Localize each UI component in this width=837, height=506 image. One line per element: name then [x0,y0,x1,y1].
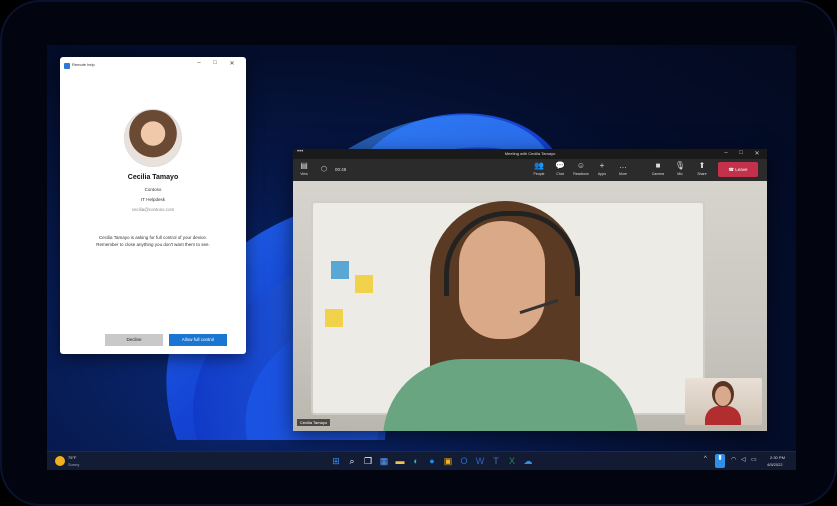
request-message-line2: Remember to close anything you don't wan… [96,242,210,247]
camera-icon: ■ [655,161,661,170]
wifi-icon[interactable]: ◠ [731,456,736,463]
shield-icon: ⬡ [321,166,328,173]
excel-icon[interactable]: X [506,455,518,467]
request-message-line1: Cecilia Tamayo is asking for full contro… [99,235,207,240]
participant-name-tag: Cecilia Tamayo [297,419,331,426]
teams-close-button[interactable]: ✕ [752,150,762,157]
teams-window-title: Meeting with Cecilia Tamayo [504,151,556,156]
desktop: Remote help – □ ✕ Cecilia Tamayo Contoso… [47,45,796,470]
weather-condition: Sunny [68,462,80,467]
apps-icon: + [599,161,605,170]
self-view-face [715,386,731,406]
apps-button[interactable]: + Apps [592,161,612,176]
phone-hangup-icon: ☎ [728,167,735,172]
chat-icon: 💬 [555,161,565,170]
maximize-button[interactable]: □ [210,60,220,66]
apps-label: Apps [598,172,606,176]
participant-body [383,359,638,431]
mic-icon: 🎙 [674,161,686,170]
remote-help-tray-icon[interactable]: ▮ [715,454,725,468]
camera-label: Camera [651,172,665,176]
people-icon: 👥 [534,161,544,170]
leave-button[interactable]: ☎ Leave [718,162,758,177]
share-button[interactable]: ⬆ Share [692,161,712,176]
chat-label: Chat [556,172,564,176]
mic-label: Mic [677,172,683,176]
avatar [124,109,182,167]
battery-icon[interactable]: ▭ [751,456,757,463]
helper-email: cecilia@contoso.com [131,207,175,212]
leave-label: Leave [735,167,748,172]
self-view-video[interactable] [685,378,762,425]
main-video-feed: Cecilia Tamayo [293,181,767,431]
mic-button[interactable]: 🎙 Mic [670,161,690,176]
decline-button[interactable]: Decline [105,334,163,346]
request-message: Cecilia Tamayo is asking for full contro… [80,234,226,248]
clock-date[interactable]: 4/5/2022 [767,462,783,467]
more-label: More [619,172,627,176]
reactions-button[interactable]: ☺ Reactions [571,161,591,176]
weather-temperature: 75°F [68,455,77,460]
minimize-button[interactable]: – [194,60,204,66]
file-explorer-icon[interactable]: ▬ [394,455,406,467]
sticky-note [331,261,349,279]
remote-help-title: Remote help [72,62,95,67]
store-icon[interactable]: ▣ [442,455,454,467]
self-view-body [705,406,741,425]
outlook-icon[interactable]: O [458,455,470,467]
tray-chevron-icon[interactable]: ^ [704,456,707,462]
helper-company: Contoso [144,187,162,192]
teams-maximize-button[interactable]: □ [736,150,746,156]
close-button[interactable]: ✕ [227,60,237,67]
reactions-icon: ☺ [576,161,586,170]
teams-minimize-button[interactable]: – [721,150,731,156]
taskbar: 75°F Sunny ⊞ ⌕ ❐ ▦ ▬ ◐ ● ▣ O W T X ☁ ^ ▮ ◠ ◁ ▭ 2:30 … [47,451,796,470]
helper-department: IT Helpdesk [141,197,165,202]
edge-icon[interactable]: ◐ [410,455,422,467]
widgets-icon[interactable]: ▦ [378,455,390,467]
reactions-label: Reactions [573,172,589,176]
view-icon: ▤ [300,161,308,170]
search-icon[interactable]: ⌕ [346,455,358,467]
meeting-toolbar: ▤ View ⬡ 00:48 👥 People 💬 Chat ☺ Reactions + Ap… [293,159,767,181]
view-label: View [300,172,308,176]
clock-time[interactable]: 2:30 PM [770,455,785,460]
teams-icon[interactable]: T [490,455,502,467]
remote-help-titlebar: Remote help – □ ✕ [60,57,246,75]
people-button[interactable]: 👥 People [529,161,549,176]
more-icon: … [619,161,627,170]
chat-button[interactable]: 💬 Chat [550,161,570,176]
edge-browser-icon[interactable]: ● [426,455,438,467]
view-button[interactable]: ▤ View [294,161,314,176]
sticky-note [325,309,343,327]
share-icon: ⬆ [698,161,706,170]
remote-help-icon[interactable]: ☁ [522,455,534,467]
volume-icon[interactable]: ◁ [741,456,746,463]
camera-button[interactable]: ■ Camera [648,161,668,176]
sticky-note [355,275,373,293]
share-label: Share [697,172,707,176]
start-icon[interactable]: ⊞ [330,455,342,467]
remote-help-dialog: Remote help – □ ✕ Cecilia Tamayo Contoso… [60,57,246,354]
meeting-timer: 00:48 [335,167,347,172]
helper-name: Cecilia Tamayo [127,174,179,181]
people-label: People [533,172,545,176]
allow-full-control-button[interactable]: Allow full control [169,334,227,346]
task-view-icon[interactable]: ❐ [362,455,374,467]
word-icon[interactable]: W [474,455,486,467]
teams-titlebar: ••• Meeting with Cecilia Tamayo – □ ✕ [293,149,767,159]
weather-sun-icon[interactable] [55,456,65,466]
remote-help-logo-icon [64,63,70,69]
more-button[interactable]: … More [613,161,633,176]
teams-meeting-window: ••• Meeting with Cecilia Tamayo – □ ✕ ▤ … [293,149,767,431]
